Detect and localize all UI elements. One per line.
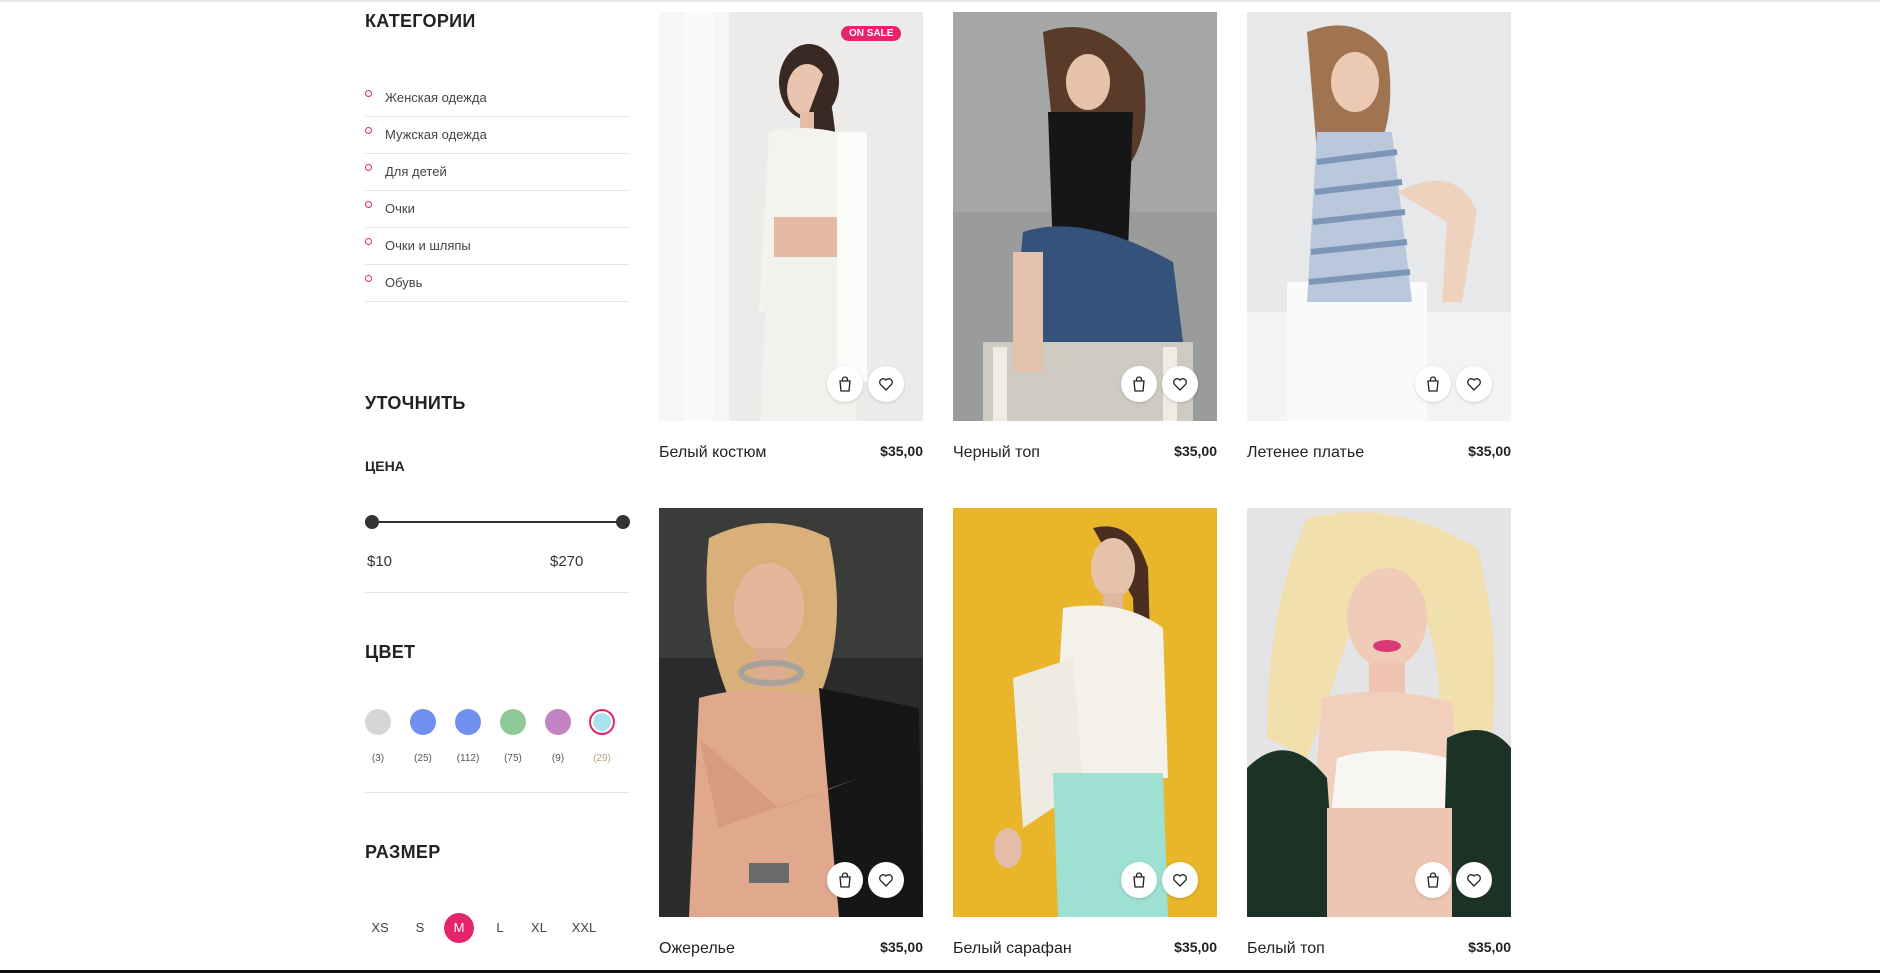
price-title: ЦЕНА [365, 458, 405, 474]
heart-icon [879, 874, 893, 887]
category-item-kids[interactable]: Для детей [365, 154, 629, 191]
add-to-cart-button[interactable] [827, 862, 863, 898]
price-slider-max-handle[interactable] [616, 515, 630, 529]
wishlist-button[interactable] [1162, 862, 1198, 898]
on-sale-badge: ON SALE [841, 26, 902, 41]
product-image[interactable] [1247, 12, 1511, 421]
size-option-xl[interactable]: XL [524, 913, 554, 943]
bullet-icon [365, 90, 372, 97]
color-count: (9) [551, 753, 565, 764]
divider [365, 592, 629, 593]
product-name[interactable]: Белый топ [1247, 940, 1325, 958]
color-swatch-gray[interactable] [365, 709, 391, 735]
shopping-bag-icon [839, 872, 851, 888]
color-swatch-green[interactable] [500, 709, 526, 735]
category-item-glasses[interactable]: Очки [365, 191, 629, 228]
shopping-bag-icon [1427, 872, 1439, 888]
color-swatch-light-blue[interactable] [589, 709, 615, 735]
color-swatch-purple[interactable] [545, 709, 571, 735]
category-item-womens[interactable]: Женская одежда [365, 80, 629, 117]
category-item-mens[interactable]: Мужская одежда [365, 117, 629, 154]
wishlist-button[interactable] [1456, 366, 1492, 402]
product-name[interactable]: Летенее платье [1247, 444, 1364, 462]
color-count: (112) [456, 753, 480, 764]
size-option-xs[interactable]: XS [365, 913, 395, 943]
shopping-bag-icon [839, 376, 851, 392]
product-price: $35,00 [880, 939, 923, 955]
sidebar-filters: КАТЕГОРИИ Женская одежда Мужская одежда … [365, 0, 630, 973]
heart-icon [1173, 378, 1187, 391]
categories-list: Женская одежда Мужская одежда Для детей … [365, 80, 629, 302]
shopping-bag-icon [1427, 376, 1439, 392]
product-image[interactable] [953, 12, 1217, 421]
color-swatch-blue[interactable] [410, 709, 436, 735]
heart-icon [1173, 874, 1187, 887]
heart-icon [1467, 874, 1481, 887]
category-item-glasses-hats[interactable]: Очки и шляпы [365, 228, 629, 265]
bullet-icon [365, 238, 372, 245]
product-image[interactable] [659, 508, 923, 917]
category-item-shoes[interactable]: Обувь [365, 265, 629, 302]
product-image[interactable]: ON SALE [659, 12, 923, 421]
bullet-icon [365, 127, 372, 134]
category-label: Женская одежда [385, 90, 487, 105]
add-to-cart-button[interactable] [1121, 366, 1157, 402]
product-image[interactable] [953, 508, 1217, 917]
size-option-m[interactable]: M [444, 913, 474, 943]
size-title: РАЗМЕР [365, 842, 441, 862]
color-count: (3) [371, 753, 385, 764]
wishlist-button[interactable] [1456, 862, 1492, 898]
product-price: $35,00 [1468, 939, 1511, 955]
add-to-cart-button[interactable] [827, 366, 863, 402]
category-label: Для детей [385, 164, 447, 179]
product-name[interactable]: Черный топ [953, 444, 1040, 462]
add-to-cart-button[interactable] [1415, 366, 1451, 402]
color-title: ЦВЕТ [365, 642, 416, 662]
category-label: Очки и шляпы [385, 238, 471, 253]
price-slider-min-handle[interactable] [365, 515, 379, 529]
product-name[interactable]: Белый сарафан [953, 940, 1072, 958]
wishlist-button[interactable] [868, 862, 904, 898]
product-price: $35,00 [880, 443, 923, 459]
price-slider-track[interactable] [372, 521, 622, 523]
product-name[interactable]: Белый костюм [659, 444, 766, 462]
product-image[interactable] [1247, 508, 1511, 917]
wishlist-button[interactable] [1162, 366, 1198, 402]
heart-icon [879, 378, 893, 391]
top-divider [0, 0, 1880, 2]
add-to-cart-button[interactable] [1121, 862, 1157, 898]
shopping-bag-icon [1133, 376, 1145, 392]
color-swatch-blue-2[interactable] [455, 709, 481, 735]
price-min-value: $10 [367, 553, 393, 570]
bullet-icon [365, 201, 372, 208]
add-to-cart-button[interactable] [1415, 862, 1451, 898]
product-price: $35,00 [1174, 939, 1217, 955]
heart-icon [1467, 378, 1481, 391]
product-price: $35,00 [1174, 443, 1217, 459]
shopping-bag-icon [1133, 872, 1145, 888]
color-count: (25) [414, 753, 432, 764]
color-count: (75) [504, 753, 522, 764]
wishlist-button[interactable] [868, 366, 904, 402]
bullet-icon [365, 275, 372, 282]
categories-title: КАТЕГОРИИ [365, 11, 476, 31]
category-label: Обувь [385, 275, 423, 290]
size-option-s[interactable]: S [405, 913, 435, 943]
size-option-xxl[interactable]: XXL [569, 913, 599, 943]
color-count: (29) [593, 753, 611, 764]
size-option-l[interactable]: L [485, 913, 515, 943]
divider [365, 792, 629, 793]
product-price: $35,00 [1468, 443, 1511, 459]
price-max-value: $270 [550, 553, 584, 570]
bullet-icon [365, 164, 372, 171]
category-label: Мужская одежда [385, 127, 487, 142]
category-label: Очки [385, 201, 415, 216]
refine-title: УТОЧНИТЬ [365, 393, 466, 413]
product-name[interactable]: Ожерелье [659, 940, 735, 958]
